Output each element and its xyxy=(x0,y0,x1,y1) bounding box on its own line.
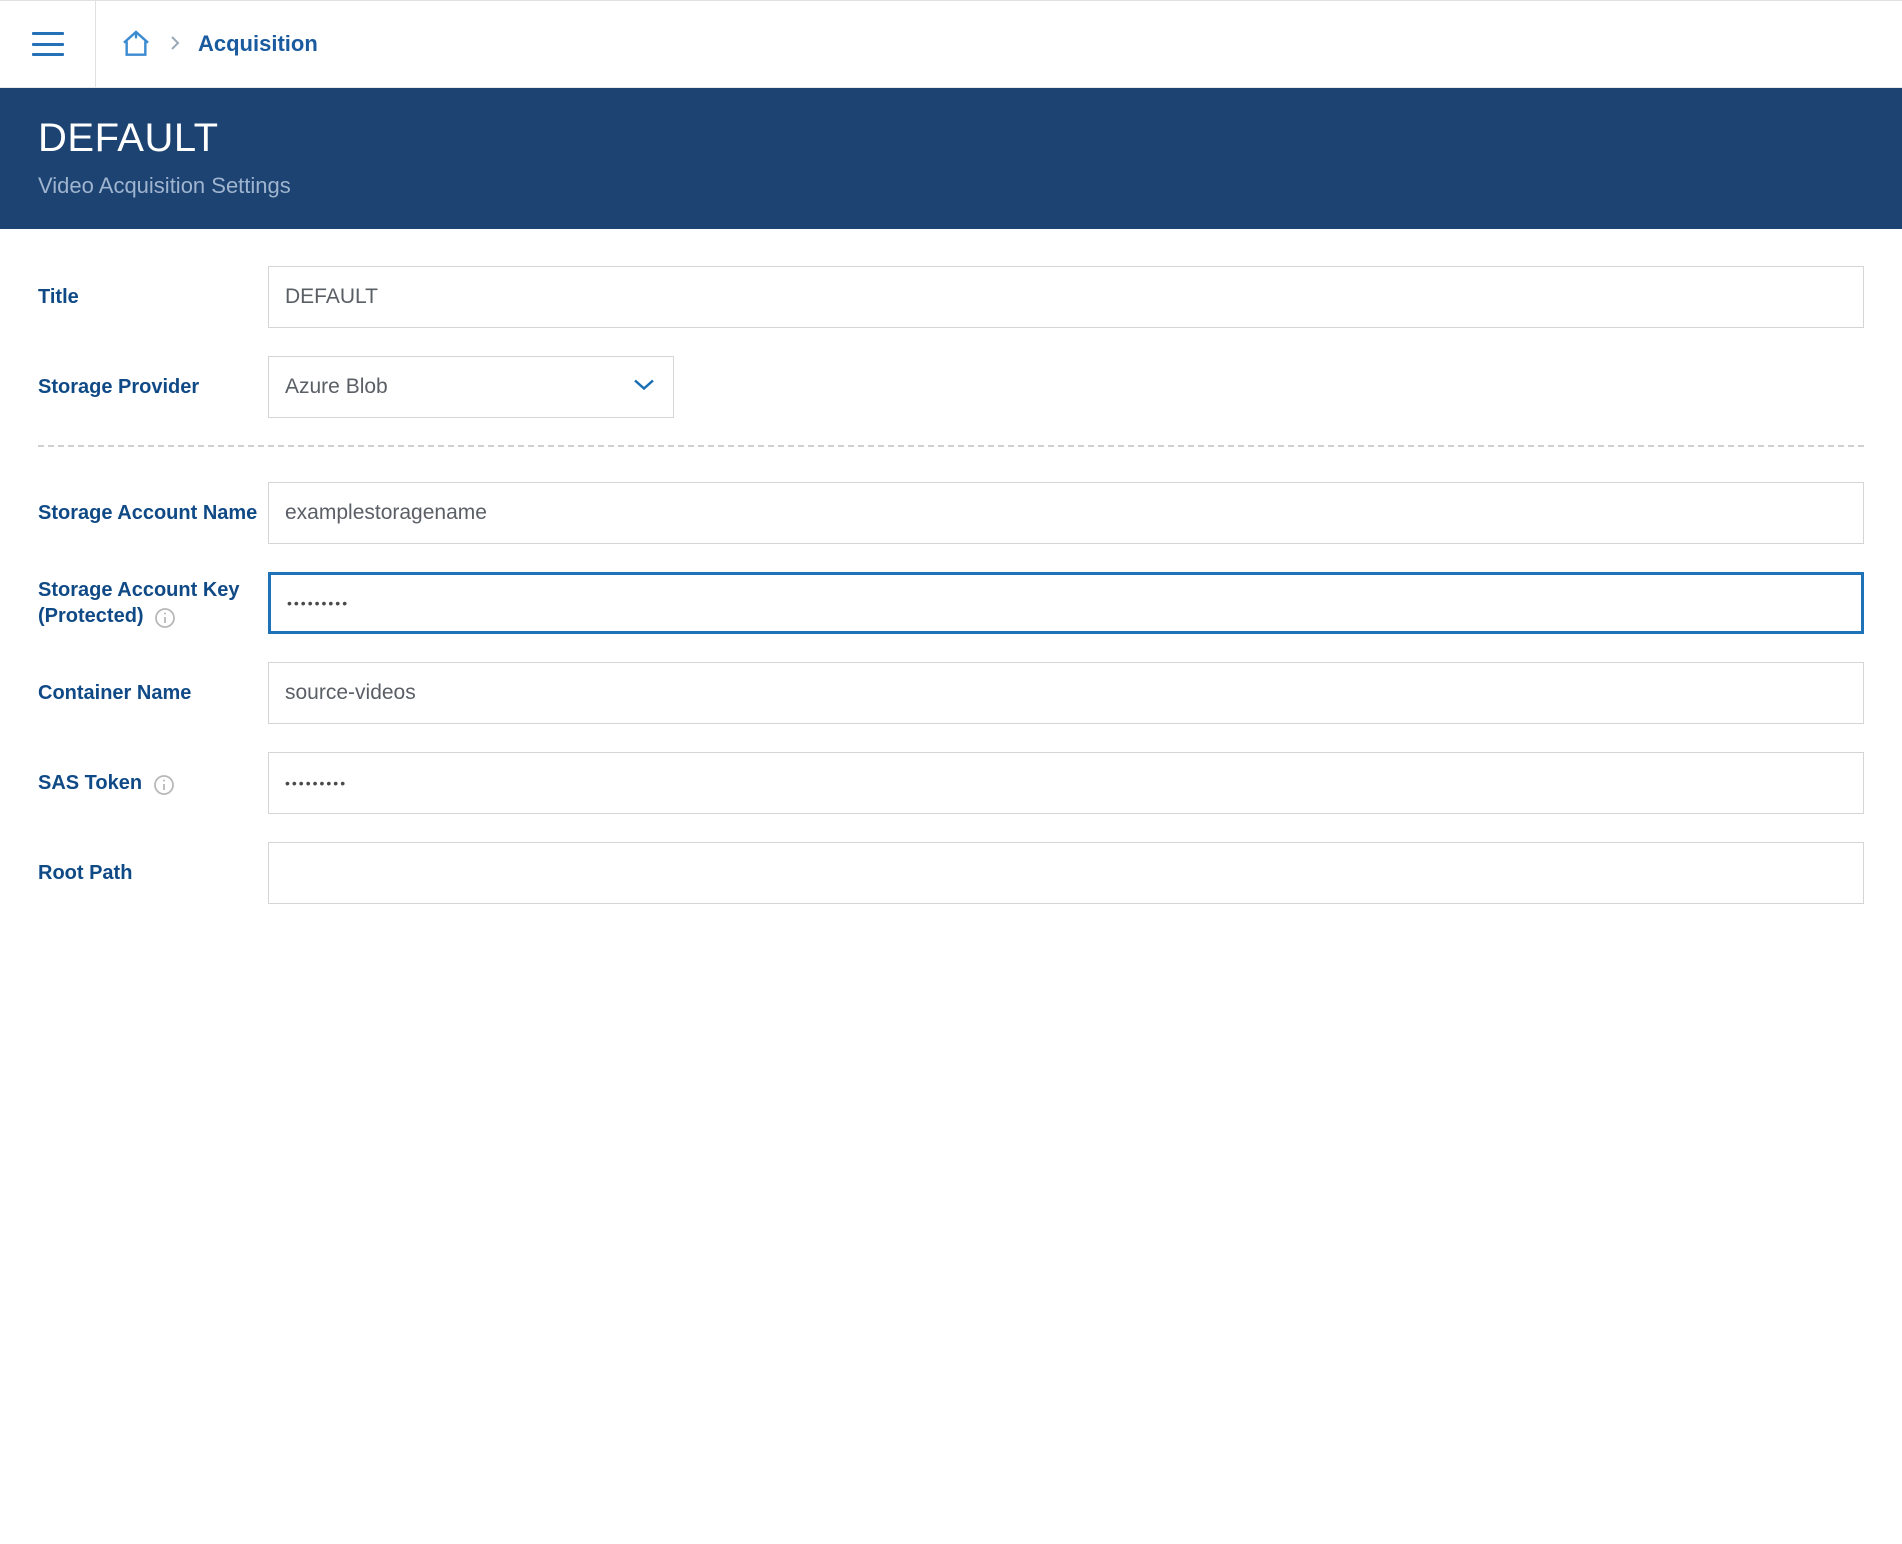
row-sas-token: SAS Token xyxy=(38,751,1864,815)
label-container-name: Container Name xyxy=(38,682,191,704)
info-icon[interactable] xyxy=(154,607,176,629)
label-title: Title xyxy=(38,286,79,308)
storage-provider-value: Azure Blob xyxy=(285,375,388,399)
label-storage-account-name: Storage Account Name xyxy=(38,502,257,524)
row-title: Title xyxy=(38,265,1864,329)
storage-account-key-input[interactable] xyxy=(268,572,1864,634)
menu-button[interactable] xyxy=(0,1,96,87)
sas-token-input[interactable] xyxy=(268,752,1864,814)
label-storage-account-key: Storage Account Key (Protected) xyxy=(38,579,240,627)
row-storage-account-name: Storage Account Name xyxy=(38,481,1864,545)
row-root-path: Root Path xyxy=(38,841,1864,905)
page-subtitle: Video Acquisition Settings xyxy=(38,173,1864,199)
page-title: DEFAULT xyxy=(38,116,1864,161)
row-storage-provider: Storage Provider Azure Blob xyxy=(38,355,1864,419)
page-banner: DEFAULT Video Acquisition Settings xyxy=(0,88,1902,229)
info-icon[interactable] xyxy=(153,774,175,796)
title-input[interactable] xyxy=(268,266,1864,328)
hamburger-icon xyxy=(32,32,64,56)
form-area: Title Storage Provider Azure Blob xyxy=(0,229,1902,967)
label-root-path: Root Path xyxy=(38,862,132,884)
root-path-input[interactable] xyxy=(268,842,1864,904)
chevron-right-icon xyxy=(170,31,180,57)
storage-account-name-input[interactable] xyxy=(268,482,1864,544)
top-bar: Acquisition xyxy=(0,0,1902,88)
section-divider xyxy=(38,445,1864,447)
home-icon[interactable] xyxy=(120,28,152,60)
row-container-name: Container Name xyxy=(38,661,1864,725)
storage-provider-select[interactable]: Azure Blob xyxy=(268,356,674,418)
container-name-input[interactable] xyxy=(268,662,1864,724)
label-sas-token: SAS Token xyxy=(38,772,142,794)
breadcrumb-acquisition[interactable]: Acquisition xyxy=(198,31,318,57)
breadcrumb: Acquisition xyxy=(96,28,318,60)
label-storage-provider: Storage Provider xyxy=(38,376,199,398)
row-storage-account-key: Storage Account Key (Protected) xyxy=(38,571,1864,635)
